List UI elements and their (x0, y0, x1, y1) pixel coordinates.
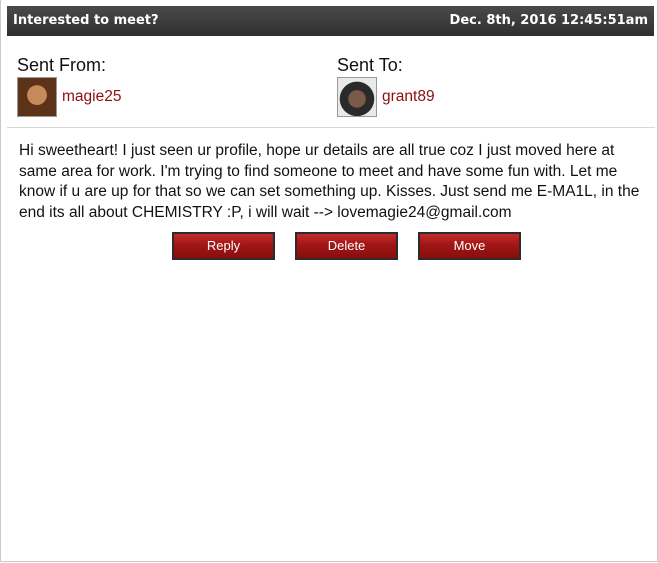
reply-button[interactable]: Reply (172, 232, 275, 260)
sender-username-link[interactable]: magie25 (62, 88, 121, 106)
message-body: Hi sweetheart! I just seen ur profile, h… (19, 142, 640, 221)
sender-heading: Sent From: (17, 55, 107, 75)
move-button[interactable]: Move (418, 232, 521, 260)
sender-section: Sent From: magie25 (17, 54, 121, 117)
recipient-username-link[interactable]: grant89 (382, 88, 435, 106)
message-panel: Interested to meet? Dec. 8th, 2016 12:45… (0, 0, 658, 562)
header-divider (7, 127, 655, 128)
message-subject: Interested to meet? (13, 13, 159, 28)
message-date: Dec. 8th, 2016 12:45:51am (449, 13, 648, 28)
message-header-bar: Interested to meet? Dec. 8th, 2016 12:45… (7, 6, 654, 36)
recipient-heading: Sent To: (337, 55, 403, 75)
sender-avatar[interactable] (17, 77, 57, 117)
recipient-avatar[interactable] (337, 77, 377, 117)
delete-button[interactable]: Delete (295, 232, 398, 260)
recipient-section: Sent To: grant89 (337, 54, 435, 117)
